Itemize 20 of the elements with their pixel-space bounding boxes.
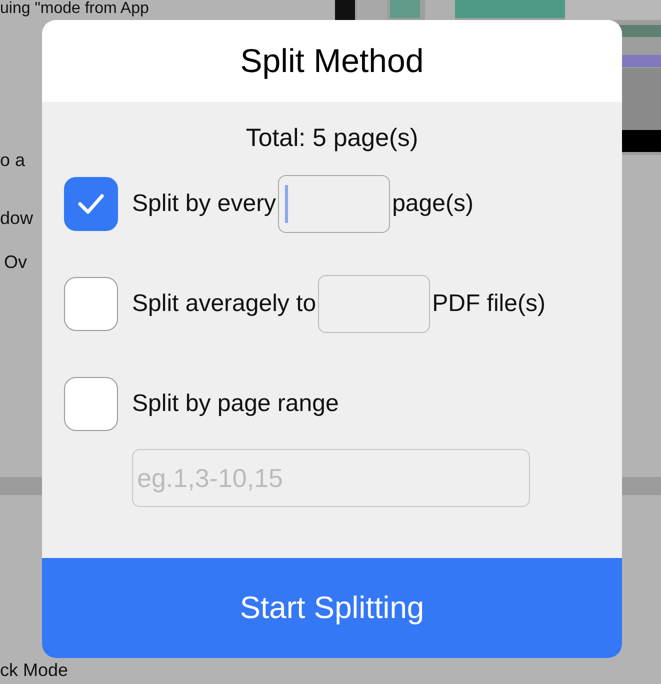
checkbox[interactable]: [64, 177, 118, 231]
option-label: Split by page range: [132, 390, 339, 418]
option-label: Split by every: [132, 190, 276, 218]
background-text: Ov: [4, 252, 28, 273]
start-splitting-button[interactable]: Start Splitting: [42, 558, 622, 658]
unit-label: page(s): [392, 190, 474, 218]
background-text: dow: [0, 208, 34, 229]
background-text: ck Mode: [0, 660, 68, 681]
checkbox[interactable]: [64, 277, 118, 331]
divider-bar: [622, 477, 661, 495]
number-field[interactable]: [278, 175, 390, 233]
number-field[interactable]: [318, 275, 430, 333]
background-text: o a: [0, 150, 26, 171]
unit-label: PDF file(s): [432, 290, 546, 318]
dialog-title: Split Method: [240, 42, 424, 80]
checkbox[interactable]: [64, 377, 118, 431]
option-label: Split averagely to: [132, 290, 316, 318]
background-text: uing "mode from App: [0, 0, 149, 18]
total-pages-text: Total: 5 page(s): [246, 124, 418, 153]
divider-bar: [0, 477, 42, 495]
